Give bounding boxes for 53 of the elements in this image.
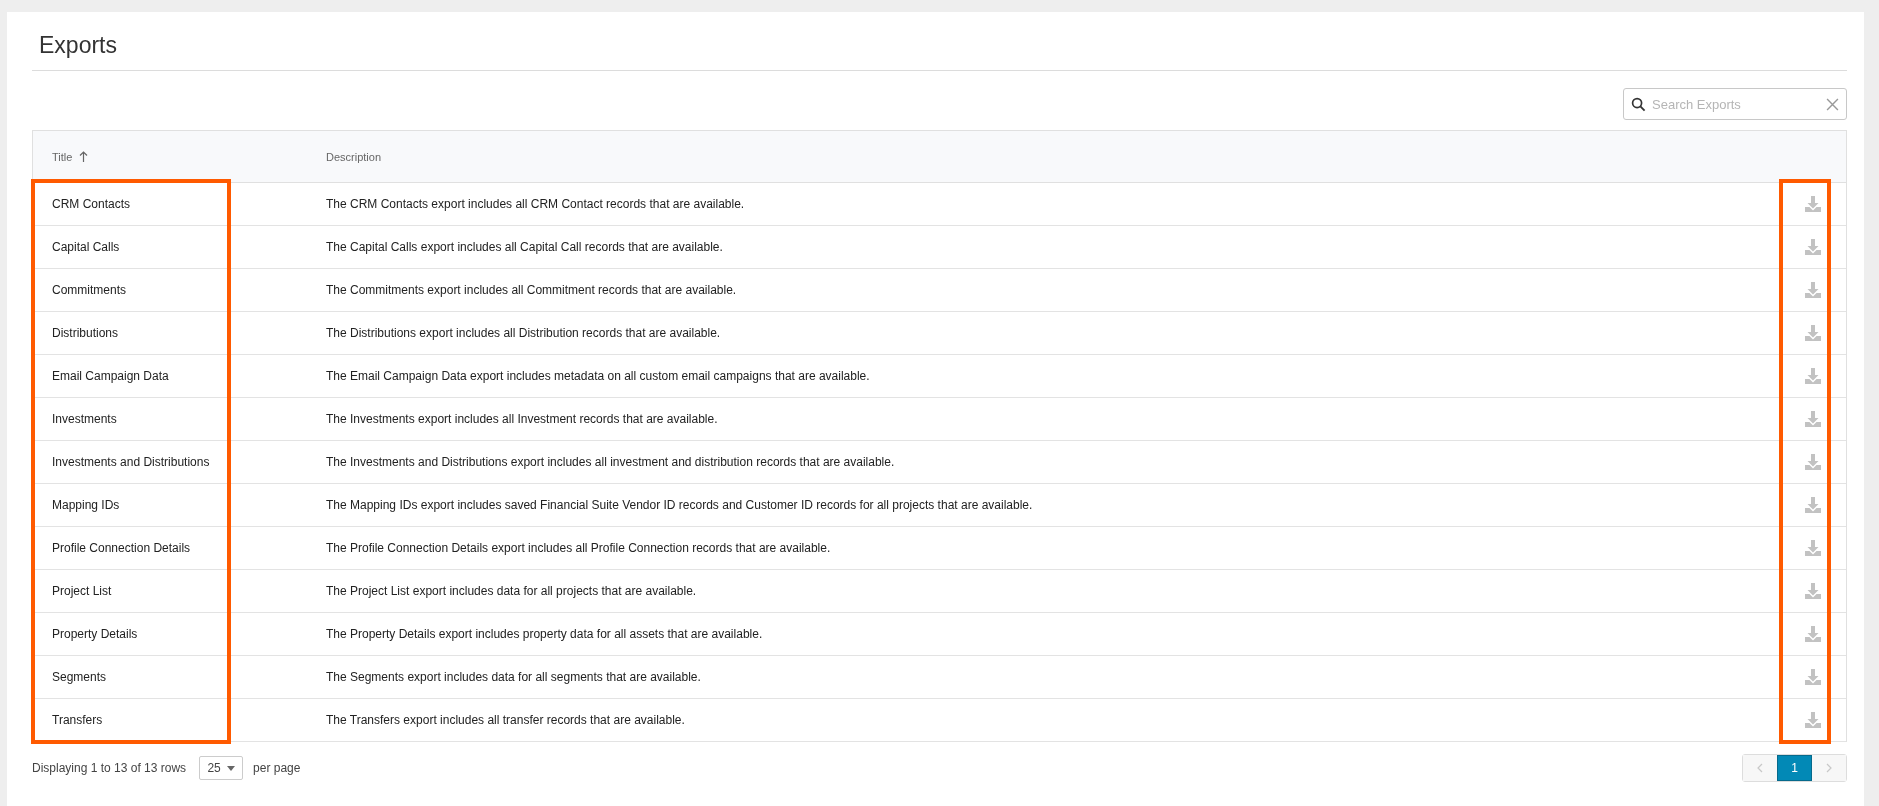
page-button[interactable]: 1 — [1777, 755, 1812, 781]
export-description: The Profile Connection Details export includes all Profile Connection records that are available. — [326, 541, 831, 555]
download-icon[interactable] — [1804, 668, 1822, 686]
export-title: Transfers — [52, 713, 103, 727]
download-icon[interactable] — [1804, 625, 1822, 643]
export-description: The Transfers export includes all transfer records that are available. — [326, 713, 685, 727]
export-title: Capital Calls — [52, 240, 120, 254]
download-icon[interactable] — [1804, 281, 1822, 299]
export-description: The Mapping IDs export includes saved Financial Suite Vendor ID records and Customer ID records for all projects that are available. — [326, 498, 1033, 512]
search-icon — [1631, 97, 1646, 112]
export-description: The CRM Contacts export includes all CRM Contact records that are available. — [326, 197, 745, 211]
download-icon[interactable] — [1804, 410, 1822, 428]
page-size-dropdown[interactable]: 25 — [199, 756, 244, 780]
export-title: Email Campaign Data — [52, 369, 169, 383]
export-title: Project List — [52, 584, 112, 598]
export-description: The Property Details export includes property data for all assets that are available. — [326, 627, 763, 641]
download-icon[interactable] — [1804, 539, 1822, 557]
page-title: Exports — [38, 31, 118, 60]
per-page-label: per page — [253, 761, 301, 775]
export-title: Profile Connection Details — [52, 541, 191, 555]
download-icon[interactable] — [1804, 195, 1822, 213]
export-description: The Capital Calls export includes all Capital Call records that are available. — [326, 240, 723, 254]
download-icon[interactable] — [1804, 453, 1822, 471]
export-description: The Commitments export includes all Commitment records that are available. — [326, 283, 737, 297]
export-title: Distributions — [52, 326, 119, 340]
download-icon[interactable] — [1804, 582, 1822, 600]
export-description: The Distributions export includes all Distribution records that are available. — [326, 326, 721, 340]
export-title: Commitments — [52, 283, 126, 297]
clear-icon[interactable] — [1826, 98, 1839, 111]
download-icon[interactable] — [1804, 238, 1822, 256]
column-header[interactable]: Description — [326, 150, 382, 163]
export-title: Property Details — [52, 627, 138, 641]
chevron-right-icon — [1826, 763, 1832, 773]
export-title: Segments — [52, 670, 107, 684]
export-title: CRM Contacts — [52, 197, 131, 211]
caret-icon — [226, 765, 235, 771]
export-description: The Project List export includes data for all projects that are available. — [326, 584, 697, 598]
export-description: The Email Campaign Data export includes metadata on all custom email campaigns that are available. — [326, 369, 870, 383]
download-icon[interactable] — [1804, 367, 1822, 385]
export-title: Mapping IDs — [52, 498, 120, 512]
export-description: The Segments export includes data for all segments that are available. — [326, 670, 701, 684]
download-icon[interactable] — [1804, 496, 1822, 514]
download-icon[interactable] — [1804, 324, 1822, 342]
export-description: The Investments and Distributions export includes all investment and distribution records that are available. — [326, 455, 895, 469]
search-field[interactable]: Search Exports — [1623, 88, 1847, 120]
chevron-left-icon — [1757, 763, 1763, 773]
rows-summary: Displaying 1 to 13 of 13 rows — [32, 761, 187, 775]
export-title: Investments — [52, 412, 117, 426]
export-description: The Investments export includes all Investment records that are available. — [326, 412, 718, 426]
sort-up-icon[interactable] — [79, 151, 89, 162]
export-title: Investments and Distributions — [52, 455, 210, 469]
download-icon[interactable] — [1804, 711, 1822, 729]
column-header[interactable]: Title — [52, 150, 89, 163]
